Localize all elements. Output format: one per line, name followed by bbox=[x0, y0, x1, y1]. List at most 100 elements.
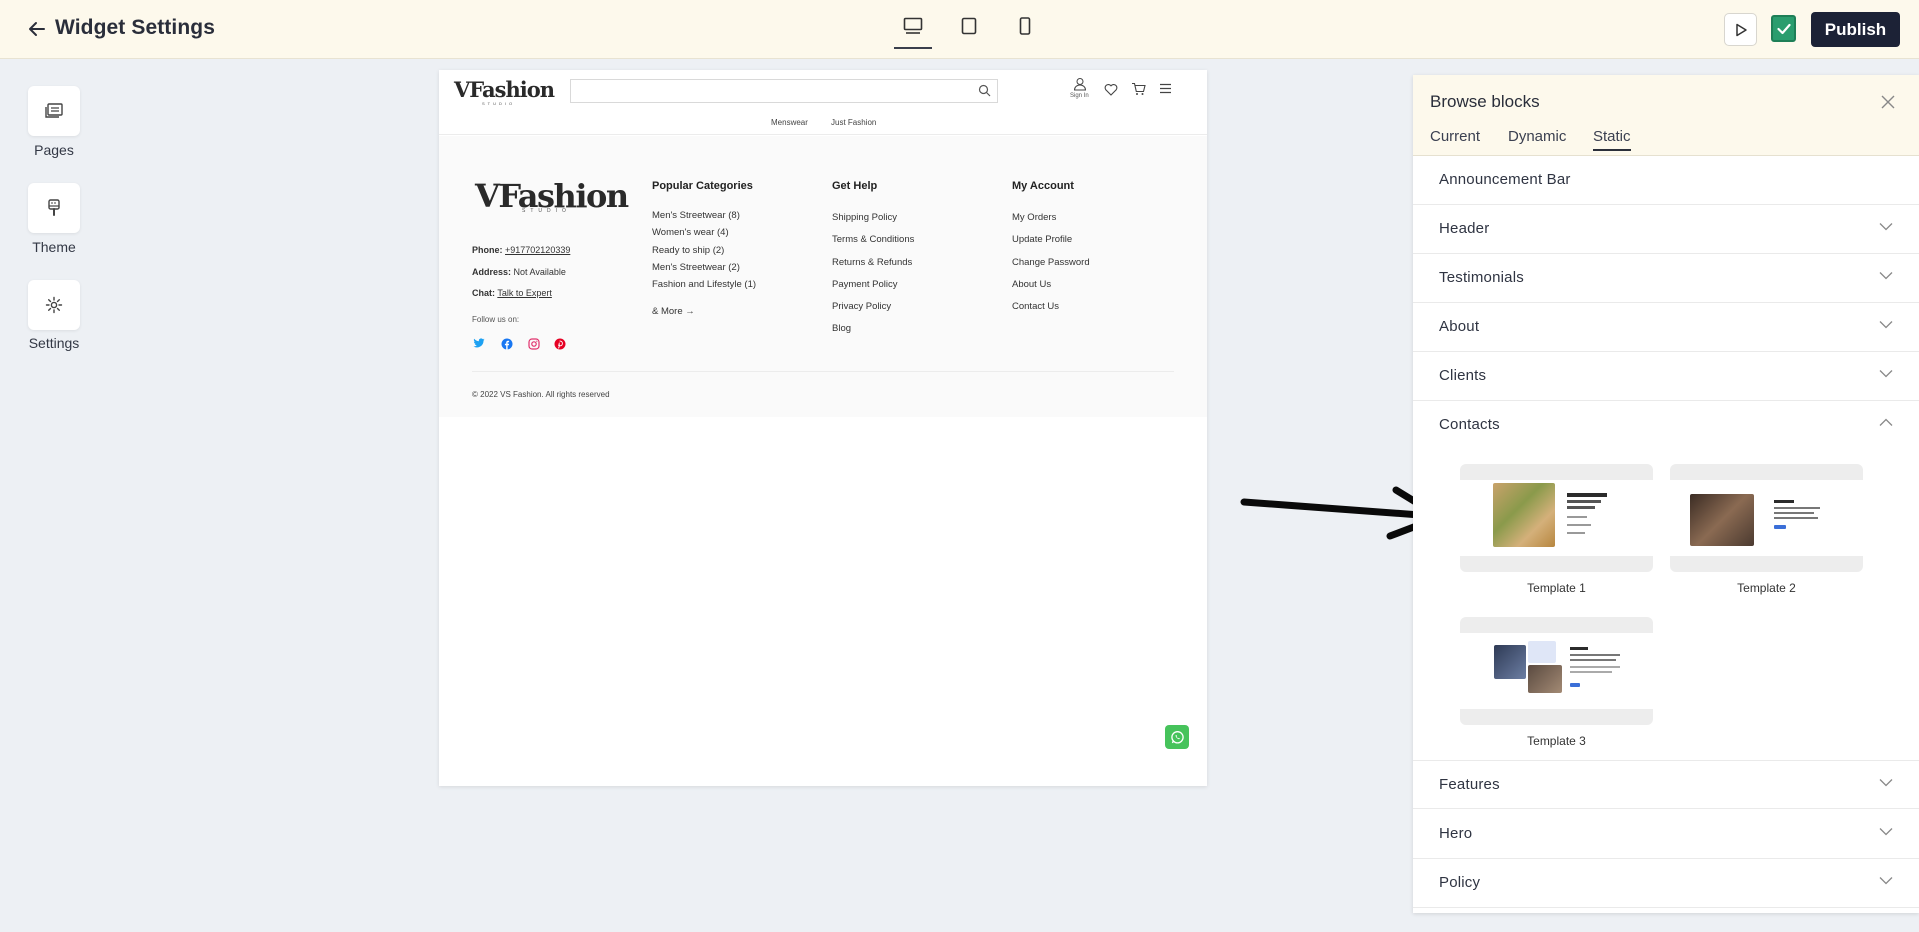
facebook-icon[interactable] bbox=[501, 338, 513, 350]
template-3-thumbnail bbox=[1460, 633, 1653, 709]
footer-link[interactable]: Fashion and Lifestyle (1) bbox=[652, 279, 756, 290]
tablet-icon bbox=[961, 17, 977, 35]
footer-link[interactable]: Returns & Refunds bbox=[832, 257, 912, 268]
user-icon[interactable] bbox=[1073, 77, 1087, 91]
template-1-label[interactable]: Template 1 bbox=[1460, 581, 1653, 595]
check-icon bbox=[1776, 23, 1791, 34]
chevron-down-icon bbox=[1879, 370, 1893, 378]
rail-theme-button[interactable] bbox=[28, 183, 80, 233]
publish-button[interactable]: Publish bbox=[1811, 12, 1900, 47]
footer-col-title-categories: Popular Categories bbox=[652, 180, 753, 192]
food-image bbox=[1493, 483, 1555, 547]
section-testimonials[interactable]: Testimonials bbox=[1413, 254, 1919, 303]
mobile-view-button[interactable] bbox=[1006, 17, 1044, 47]
preview-logo[interactable]: VFashion bbox=[454, 77, 555, 102]
pages-icon bbox=[45, 103, 63, 118]
section-about[interactable]: About bbox=[1413, 303, 1919, 352]
template-3-card[interactable] bbox=[1460, 617, 1653, 725]
play-icon bbox=[1735, 23, 1747, 36]
footer-copyright: © 2022 VS Fashion. All rights reserved bbox=[472, 390, 610, 399]
cart-icon[interactable] bbox=[1131, 82, 1146, 96]
template-2-card[interactable] bbox=[1670, 464, 1863, 572]
search-icon[interactable] bbox=[978, 84, 991, 97]
panel-header: Browse blocks Current Dynamic Static bbox=[1413, 75, 1919, 156]
heart-icon[interactable] bbox=[1104, 83, 1118, 96]
close-icon[interactable] bbox=[1880, 94, 1896, 110]
office-image-2 bbox=[1528, 665, 1562, 693]
section-clients[interactable]: Clients bbox=[1413, 352, 1919, 401]
whatsapp-icon bbox=[1170, 730, 1184, 744]
arrow-right-icon: → bbox=[685, 306, 695, 317]
preview-play-button[interactable] bbox=[1724, 13, 1757, 46]
people-image bbox=[1690, 494, 1754, 546]
footer-link[interactable]: Women's wear (4) bbox=[652, 227, 729, 238]
section-features[interactable]: Features bbox=[1413, 760, 1919, 809]
footer-link[interactable]: Privacy Policy bbox=[832, 301, 891, 312]
desktop-view-button[interactable] bbox=[894, 17, 932, 49]
save-check-button[interactable] bbox=[1771, 15, 1796, 42]
footer-link[interactable]: Men's Streetwear (2) bbox=[652, 262, 740, 273]
rail-theme-label: Theme bbox=[32, 239, 76, 255]
footer-more-link[interactable]: & More → bbox=[652, 306, 695, 317]
back-arrow-icon[interactable] bbox=[27, 19, 47, 39]
preview-footer: VFashion STUDIO Phone: +917702120339 Add… bbox=[439, 136, 1207, 417]
footer-link[interactable]: Blog bbox=[832, 323, 851, 334]
section-policy[interactable]: Policy bbox=[1413, 859, 1919, 908]
preview-signin-label[interactable]: Sign In bbox=[1070, 93, 1089, 99]
desktop-icon bbox=[903, 17, 923, 34]
footer-link[interactable]: Terms & Conditions bbox=[832, 234, 914, 245]
footer-link[interactable]: Update Profile bbox=[1012, 234, 1072, 245]
section-header[interactable]: Header bbox=[1413, 205, 1919, 254]
rail-pages-button[interactable] bbox=[28, 86, 80, 136]
footer-link[interactable]: Shipping Policy bbox=[832, 212, 897, 223]
template-1-thumbnail bbox=[1460, 480, 1653, 556]
template-3-label[interactable]: Template 3 bbox=[1460, 734, 1653, 748]
section-contacts[interactable]: Contacts bbox=[1413, 401, 1919, 450]
page-title: Widget Settings bbox=[55, 16, 215, 39]
rail-pages-label: Pages bbox=[34, 142, 74, 158]
chat-link[interactable]: Talk to Expert bbox=[497, 288, 552, 298]
preview-nav-menswear[interactable]: Menswear bbox=[771, 118, 808, 127]
rail-settings-button[interactable] bbox=[28, 280, 80, 330]
stat-card bbox=[1528, 641, 1556, 663]
tab-current[interactable]: Current bbox=[1430, 128, 1480, 145]
menu-icon[interactable] bbox=[1159, 83, 1172, 94]
mobile-icon bbox=[1019, 17, 1031, 35]
template-2-label[interactable]: Template 2 bbox=[1670, 581, 1863, 595]
chevron-down-icon bbox=[1879, 779, 1893, 787]
footer-chat: Chat: Talk to Expert bbox=[472, 288, 552, 298]
tab-dynamic[interactable]: Dynamic bbox=[1508, 128, 1566, 145]
instagram-icon[interactable] bbox=[528, 338, 540, 350]
template-1-card[interactable] bbox=[1460, 464, 1653, 572]
section-hero[interactable]: Hero bbox=[1413, 810, 1919, 859]
footer-link[interactable]: Men's Streetwear (8) bbox=[652, 210, 740, 221]
footer-link[interactable]: Ready to ship (2) bbox=[652, 245, 724, 256]
twitter-icon[interactable] bbox=[473, 338, 485, 349]
office-image-1 bbox=[1494, 645, 1526, 679]
footer-link[interactable]: Payment Policy bbox=[832, 279, 897, 290]
whatsapp-button[interactable] bbox=[1165, 725, 1189, 749]
tab-static[interactable]: Static bbox=[1593, 128, 1631, 151]
pinterest-icon[interactable] bbox=[554, 338, 566, 350]
chevron-down-icon bbox=[1879, 272, 1893, 280]
section-announcement-bar[interactable]: Announcement Bar bbox=[1413, 156, 1919, 205]
preview-logo-sub: STUDIO bbox=[482, 101, 516, 106]
footer-link[interactable]: Change Password bbox=[1012, 257, 1090, 268]
brush-icon bbox=[48, 199, 60, 216]
follow-us-label: Follow us on: bbox=[472, 315, 520, 324]
footer-logo-sub: STUDIO bbox=[522, 208, 571, 214]
footer-address: Address: Not Available bbox=[472, 267, 566, 277]
footer-link[interactable]: Contact Us bbox=[1012, 301, 1059, 312]
gear-icon bbox=[45, 296, 63, 314]
footer-link[interactable]: My Orders bbox=[1012, 212, 1056, 223]
site-preview: VFashion STUDIO Sign In Menswear Just Fa… bbox=[439, 70, 1207, 786]
tablet-view-button[interactable] bbox=[950, 17, 988, 47]
rail-settings-label: Settings bbox=[28, 335, 80, 351]
browse-blocks-panel: Browse blocks Current Dynamic Static Ann… bbox=[1413, 75, 1919, 913]
top-bar: Widget Settings Publish bbox=[0, 0, 1919, 59]
chevron-down-icon bbox=[1879, 321, 1893, 329]
preview-nav-just-fashion[interactable]: Just Fashion bbox=[831, 118, 876, 127]
footer-link[interactable]: About Us bbox=[1012, 279, 1051, 290]
phone-link[interactable]: +917702120339 bbox=[505, 245, 570, 255]
preview-search-input[interactable] bbox=[570, 79, 998, 103]
